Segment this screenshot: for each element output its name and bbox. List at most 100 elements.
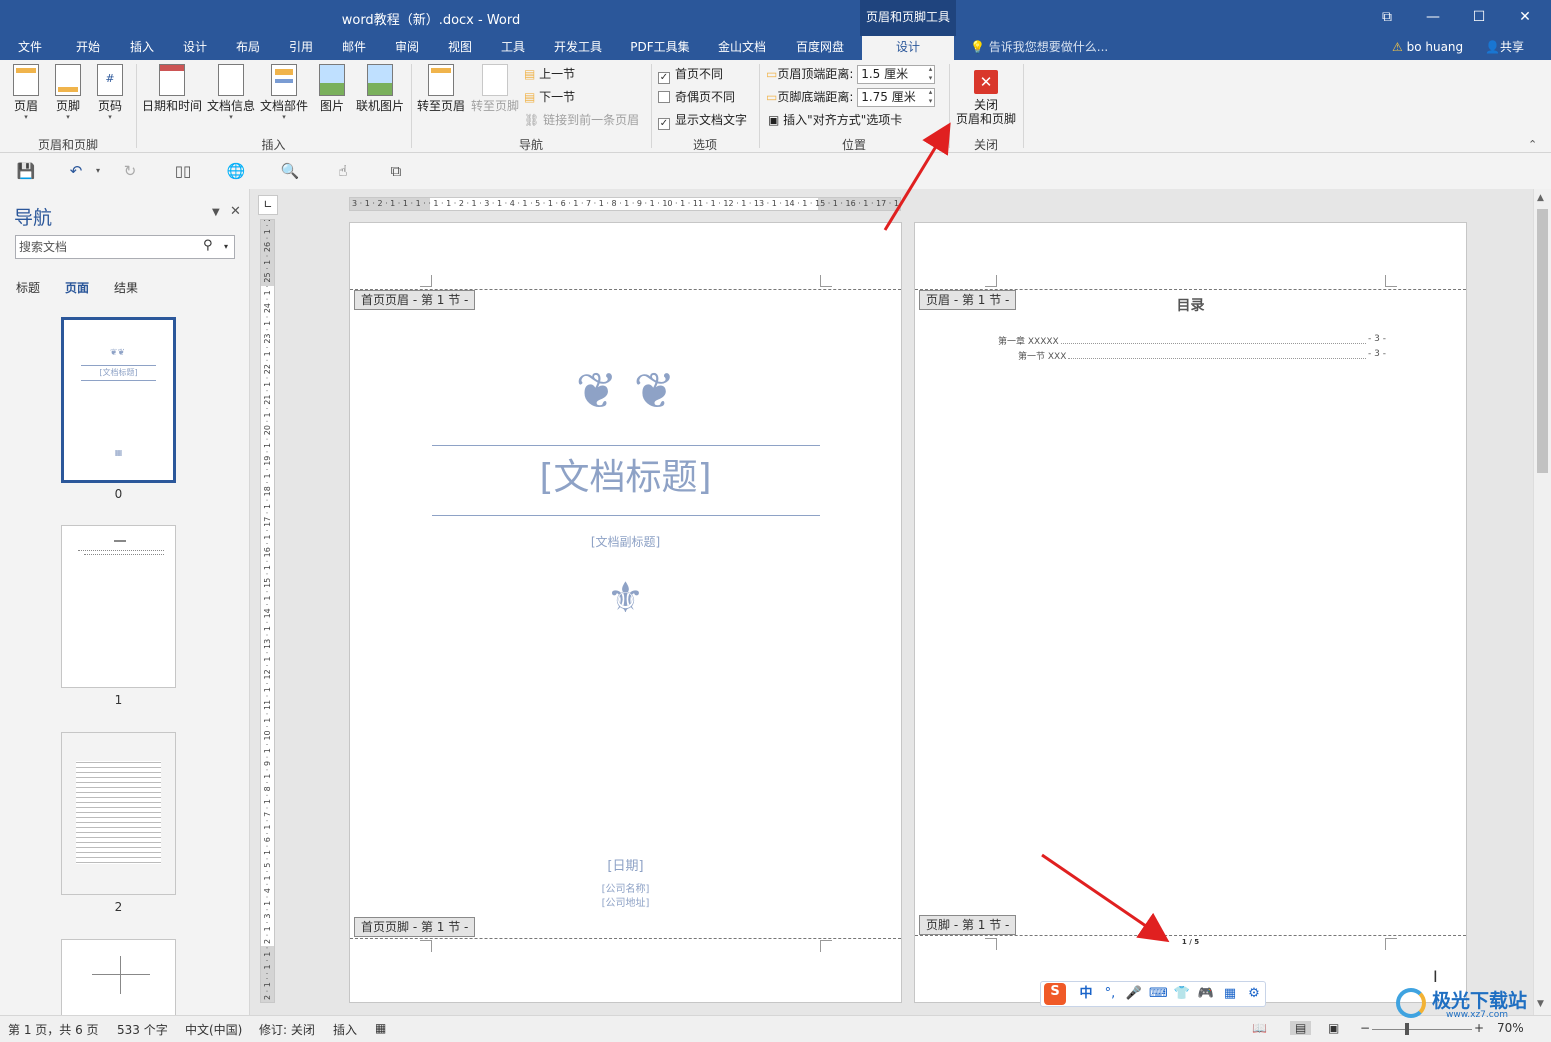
tab-insert[interactable]: 插入 [120, 36, 164, 60]
different-first-page-checkbox[interactable]: ✓ 首页不同 [658, 64, 723, 84]
doc-subtitle-placeholder[interactable]: [文档副标题] [350, 533, 901, 550]
goto-header-button[interactable]: 转至页眉 [415, 64, 467, 113]
tab-view[interactable]: 视图 [438, 36, 482, 60]
page-thumbnail-2[interactable] [61, 732, 176, 895]
gamepad-icon[interactable]: 🎮 [1197, 985, 1215, 1003]
zoom-slider-thumb[interactable] [1405, 1023, 1409, 1035]
language-status[interactable]: 中文(中国) [185, 1021, 242, 1038]
nav-tab-results[interactable]: 结果 [114, 279, 138, 296]
goto-footer-button[interactable]: 转至页脚 [469, 64, 521, 113]
web-layout-icon[interactable]: 🌐 [226, 161, 246, 181]
page-count-status[interactable]: 第 1 页，共 6 页 [8, 1021, 99, 1038]
customize-toolbar-icon[interactable]: ⧉ [386, 161, 406, 181]
tab-tools[interactable]: 工具 [491, 36, 535, 60]
skin-shirt-icon[interactable]: 👕 [1173, 985, 1191, 1003]
save-icon[interactable]: 💾 [16, 161, 36, 181]
undo-dropdown-icon[interactable]: ▾ [88, 161, 108, 181]
track-changes-status[interactable]: 修订: 关闭 [259, 1021, 315, 1038]
tab-layout[interactable]: 布局 [226, 36, 270, 60]
page-cover[interactable]: 首页页眉 - 第 1 节 - ❦ ❦ [文档标题] [文档副标题] ⚜ [日期]… [349, 222, 902, 1003]
tab-hf-design[interactable]: 设计 [862, 36, 954, 60]
prev-section-button[interactable]: ▤ 上一节 [524, 64, 575, 84]
macro-record-icon[interactable]: ▦ [375, 1021, 386, 1035]
footer-button[interactable]: 页脚 ▾ [52, 64, 84, 121]
header-button[interactable]: 页眉 ▾ [10, 64, 42, 121]
show-document-text-checkbox[interactable]: ✓ 显示文档文字 [658, 110, 747, 130]
nav-close-icon[interactable]: ✕ [230, 204, 241, 219]
touch-mode-icon[interactable]: ☝ [333, 161, 353, 181]
web-layout-view-icon[interactable]: ▣ [1328, 1021, 1339, 1035]
insert-alignment-tab-button[interactable]: ▣ 插入"对齐方式"选项卡 [768, 110, 902, 130]
tab-baidu-netdisk[interactable]: 百度网盘 [788, 36, 852, 60]
print-preview-icon[interactable]: 🔍 [280, 161, 300, 181]
ime-language-toggle[interactable]: 中 [1077, 985, 1095, 1003]
company-address-placeholder[interactable]: [公司地址] [350, 894, 901, 909]
date-placeholder[interactable]: [日期] [350, 855, 901, 874]
tab-home[interactable]: 开始 [66, 36, 110, 60]
doc-title-placeholder[interactable]: [文档标题] [350, 455, 901, 501]
undo-icon[interactable]: ↶ [66, 161, 86, 181]
keyboard-icon[interactable]: ⌨ [1149, 985, 1168, 1003]
insert-mode-status[interactable]: 插入 [333, 1021, 357, 1038]
print-layout-icon[interactable]: ▤ [1290, 1021, 1312, 1035]
toc-entry[interactable]: 第一章 XXXXX - 3 - [998, 334, 1386, 347]
date-time-button[interactable]: 日期和时间 [141, 64, 203, 113]
page-number-button[interactable]: # 页码 ▾ [94, 64, 126, 121]
zoom-slider[interactable] [1372, 1029, 1472, 1030]
maximize-button[interactable]: ☐ [1459, 4, 1499, 30]
page-thumbnail-0[interactable]: ❦❦ [文档标题] ▦ [61, 317, 176, 483]
scroll-thumb[interactable] [1537, 209, 1548, 473]
doc-info-button[interactable]: 文档信息 ▾ [206, 64, 256, 121]
word-count-status[interactable]: 533 个字 [117, 1021, 168, 1038]
search-icon[interactable]: ⚲ [203, 238, 213, 253]
nav-tab-headings[interactable]: 标题 [16, 279, 40, 296]
redo-icon[interactable]: ↻ [120, 161, 140, 181]
zoom-out-icon[interactable]: − [1360, 1021, 1370, 1035]
read-mode-icon[interactable]: 📖 [1252, 1021, 1267, 1035]
tab-selector-icon[interactable]: ∟ [258, 195, 278, 215]
company-name-placeholder[interactable]: [公司名称] [350, 880, 901, 895]
close-window-button[interactable]: ✕ [1505, 4, 1545, 30]
minimize-button[interactable]: — [1413, 4, 1453, 30]
tab-file[interactable]: 文件 [8, 36, 52, 60]
tab-design[interactable]: 设计 [173, 36, 217, 60]
next-section-button[interactable]: ▤ 下一节 [524, 87, 575, 107]
footer-distance-spinner[interactable]: 1.75 厘米 [857, 88, 936, 107]
apps-grid-icon[interactable]: ▦ [1221, 985, 1239, 1003]
nav-tab-pages[interactable]: 页面 [65, 279, 89, 296]
vertical-ruler[interactable]: 2 · 1 · · 1 · 1 · 2 · 1 · 3 · 1 · 4 · 1 … [260, 219, 275, 1003]
page-thumbnail-3[interactable] [61, 939, 176, 1015]
header-distance-spinner[interactable]: 1.5 厘米 [857, 65, 936, 84]
ribbon-display-icon[interactable]: ⧉ [1367, 4, 1407, 30]
microphone-icon[interactable]: 🎤 [1125, 985, 1143, 1003]
footer-page-number[interactable]: 1 / 5 [915, 938, 1466, 946]
tab-references[interactable]: 引用 [279, 36, 323, 60]
scroll-up-icon[interactable]: ▲ [1537, 193, 1544, 203]
collapse-ribbon-icon[interactable]: ⌃ [1528, 138, 1537, 151]
tab-pdf-tools[interactable]: PDF工具集 [624, 36, 696, 60]
search-document-input[interactable]: 搜索文档 [15, 235, 235, 259]
quick-parts-button[interactable]: 文档部件 ▾ [259, 64, 309, 121]
horizontal-ruler[interactable]: 3 · 1 · 2 · 1 · 1 · 1 · · 1 · 1 · 2 · 1 … [349, 197, 901, 211]
ime-punctuation-toggle[interactable]: °, [1101, 985, 1119, 1003]
user-account[interactable]: ⚠ bo huang [1392, 36, 1463, 60]
different-odd-even-checkbox[interactable]: 奇偶页不同 [658, 87, 735, 107]
search-dropdown-icon[interactable]: ▾ [224, 242, 228, 251]
page-toc[interactable]: 页眉 - 第 1 节 - 目录 第一章 XXXXX - 3 - 第一节 XXX … [914, 222, 1467, 1003]
toc-entry[interactable]: 第一节 XXX - 3 - [1018, 349, 1386, 362]
side-by-side-icon[interactable]: ▯▯ [173, 161, 193, 181]
tell-me-search[interactable]: 💡 告诉我您想要做什么... [970, 36, 1108, 60]
close-header-footer-button[interactable]: ✕ 关闭 页眉和页脚 [952, 64, 1020, 126]
share-button[interactable]: 👤共享 [1485, 36, 1524, 60]
page-thumbnail-1[interactable] [61, 525, 176, 688]
tab-kingsoft-docs[interactable]: 金山文档 [710, 36, 774, 60]
tab-mailings[interactable]: 邮件 [332, 36, 376, 60]
sogou-logo-icon[interactable]: S [1044, 983, 1066, 1005]
tab-developer[interactable]: 开发工具 [547, 36, 609, 60]
vertical-scrollbar[interactable]: ▲ ▼ [1533, 189, 1551, 1015]
nav-options-icon[interactable]: ▼ [212, 207, 220, 218]
toolbox-icon[interactable]: ⚙ [1245, 985, 1263, 1003]
online-picture-button[interactable]: 联机图片 [353, 64, 407, 113]
link-to-previous-button[interactable]: ⛓ 链接到前一条页眉 [524, 110, 639, 130]
picture-button[interactable]: 图片 [314, 64, 350, 113]
